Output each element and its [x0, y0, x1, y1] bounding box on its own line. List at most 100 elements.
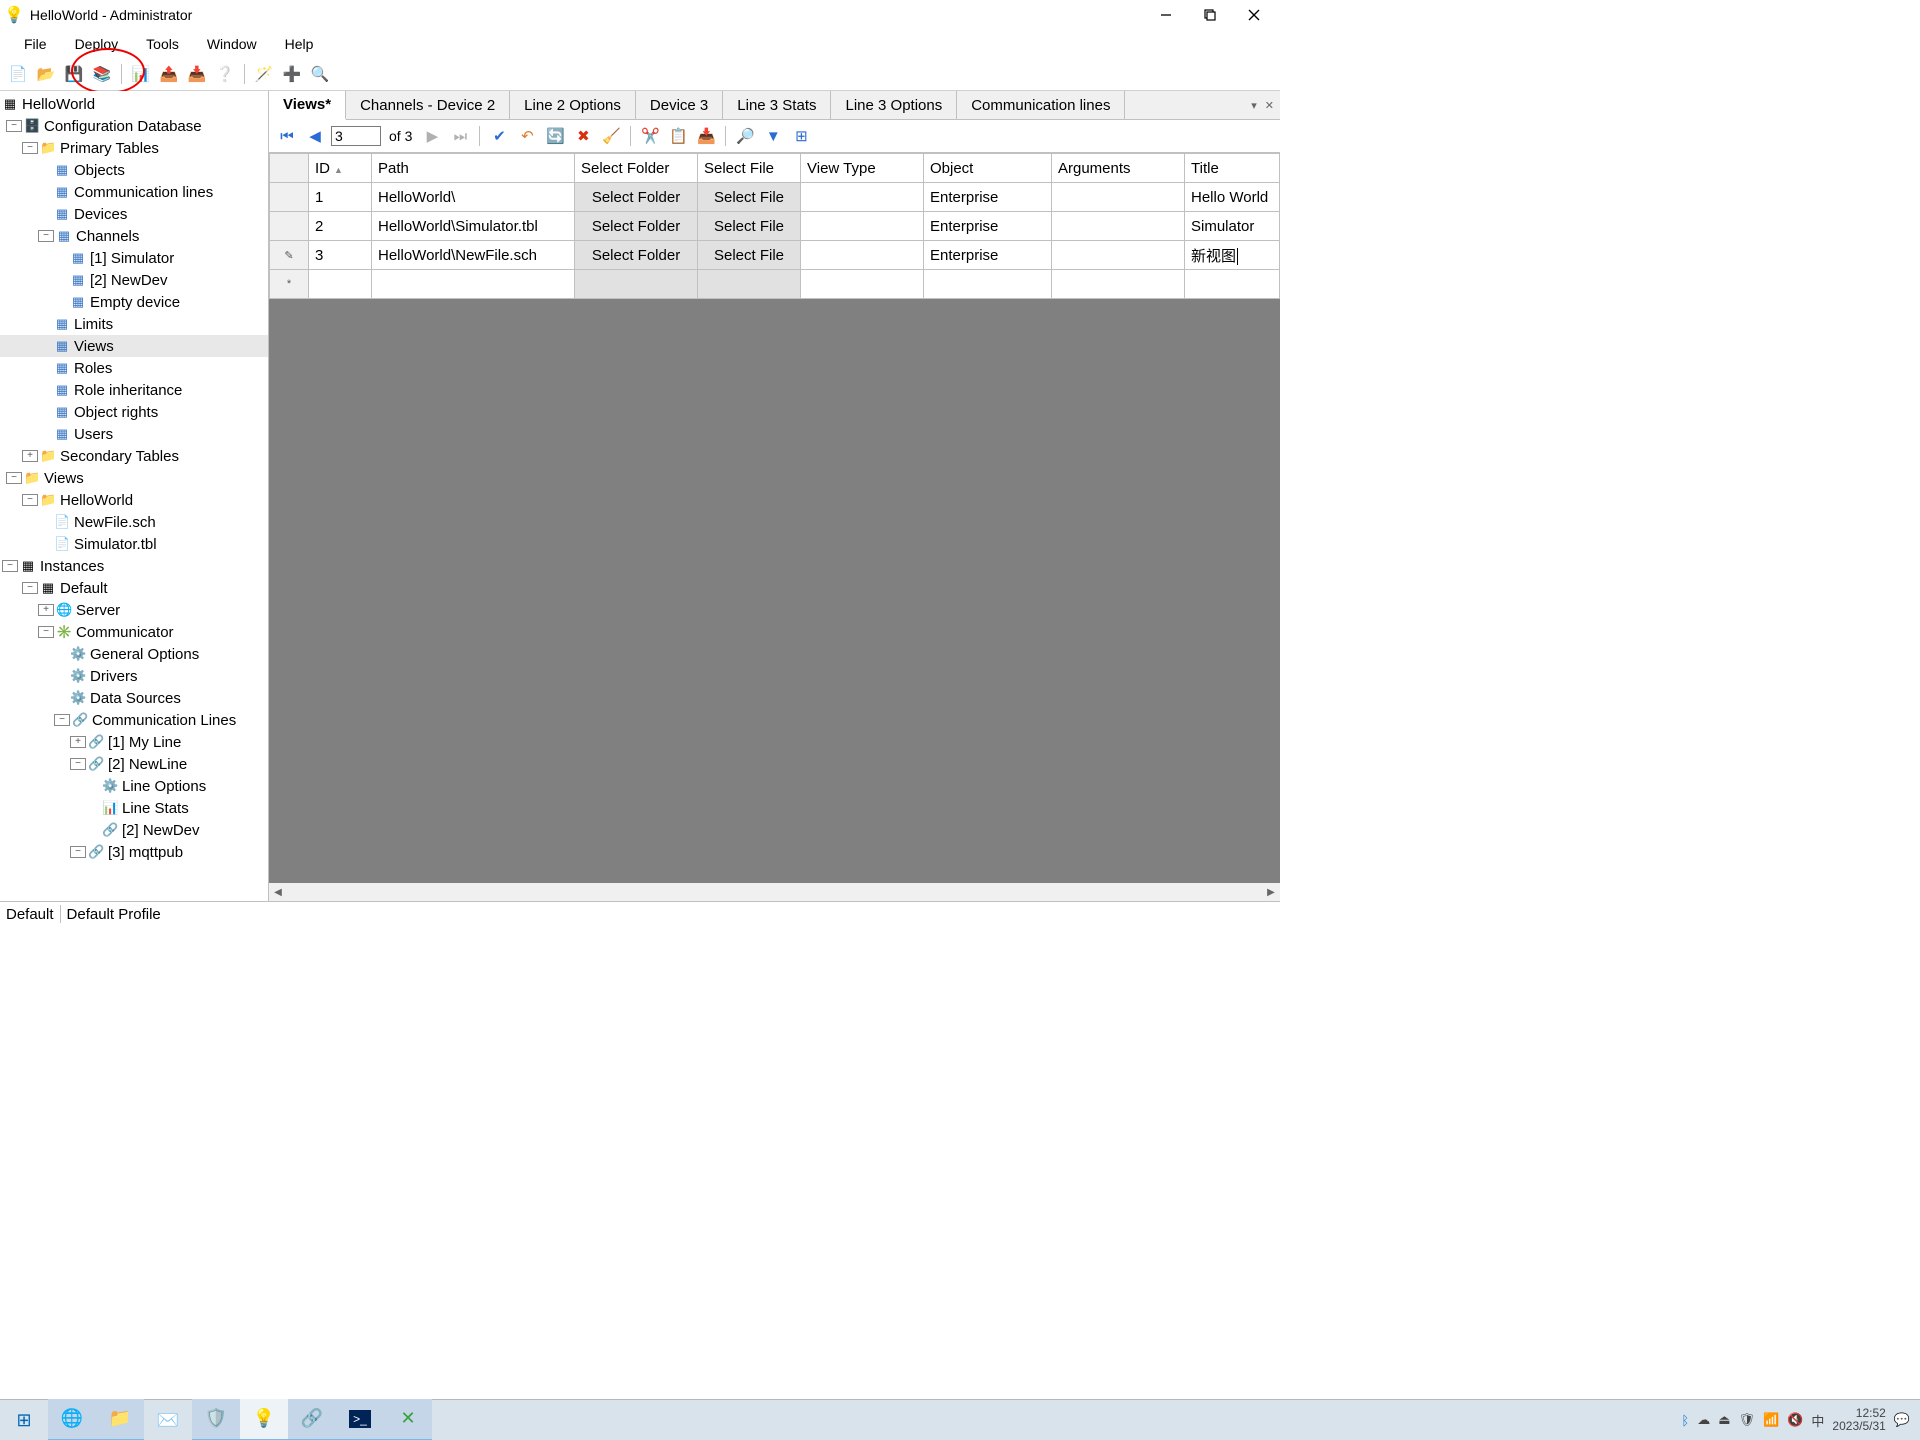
- row-selector[interactable]: [270, 212, 309, 241]
- cell-object[interactable]: Enterprise: [924, 241, 1052, 270]
- tree-simulator-tbl[interactable]: 📄Simulator.tbl: [0, 533, 268, 555]
- tree-views-root[interactable]: −📁Views: [0, 467, 268, 489]
- cell-select-file[interactable]: Select File: [698, 241, 801, 270]
- tray-ime[interactable]: 中: [1811, 1411, 1824, 1430]
- col-title[interactable]: Title: [1185, 154, 1280, 183]
- nav-next-button[interactable]: ▶: [420, 124, 444, 148]
- data-grid[interactable]: ID▲ Path Select Folder Select File View …: [269, 153, 1280, 299]
- minimize-button[interactable]: [1144, 0, 1188, 30]
- tree-line-options[interactable]: ⚙️Line Options: [0, 775, 268, 797]
- find-button[interactable]: 🔎: [733, 124, 757, 148]
- tree-limits[interactable]: ▦Limits: [0, 313, 268, 335]
- col-arguments[interactable]: Arguments: [1052, 154, 1185, 183]
- tree-default-instance[interactable]: −▦Default: [0, 577, 268, 599]
- menu-file[interactable]: File: [10, 32, 61, 56]
- tree-root[interactable]: ▦HelloWorld: [0, 93, 268, 115]
- tree-channels[interactable]: −▦Channels: [0, 225, 268, 247]
- tree-commlines[interactable]: ▦Communication lines: [0, 181, 268, 203]
- props-button[interactable]: ⊞: [789, 124, 813, 148]
- maximize-button[interactable]: [1188, 0, 1232, 30]
- wand-button[interactable]: 🪄: [252, 62, 276, 86]
- tree-views[interactable]: ▦Views: [0, 335, 268, 357]
- close-button[interactable]: [1232, 0, 1276, 30]
- tree-channel-2[interactable]: ▦[2] NewDev: [0, 269, 268, 291]
- col-object[interactable]: Object: [924, 154, 1052, 183]
- taskbar-clock[interactable]: 12:52 2023/5/31: [1832, 1407, 1885, 1433]
- cell-path[interactable]: HelloWorld\NewFile.sch: [372, 241, 575, 270]
- col-view-type[interactable]: View Type: [801, 154, 924, 183]
- tab-communication-lines[interactable]: Communication lines: [957, 91, 1125, 119]
- tree-data-sources[interactable]: ⚙️Data Sources: [0, 687, 268, 709]
- cell-select-folder[interactable]: Select Folder: [575, 183, 698, 212]
- cell-title[interactable]: Simulator: [1185, 212, 1280, 241]
- cell-id[interactable]: 3: [309, 241, 372, 270]
- tree-myline[interactable]: +🔗[1] My Line: [0, 731, 268, 753]
- cell-select-file[interactable]: Select File: [698, 212, 801, 241]
- tree-mqttpub[interactable]: −🔗[3] mqttpub: [0, 841, 268, 863]
- cell-select-file[interactable]: Select File: [698, 183, 801, 212]
- tree-primary-tables[interactable]: −📁Primary Tables: [0, 137, 268, 159]
- cell-view-type[interactable]: [801, 183, 924, 212]
- col-id[interactable]: ID▲: [309, 154, 372, 183]
- table-row[interactable]: 1 HelloWorld\ Select Folder Select File …: [270, 183, 1280, 212]
- filter-button[interactable]: ▼: [761, 124, 785, 148]
- cell-arguments[interactable]: [1052, 212, 1185, 241]
- tray-security-icon[interactable]: 🛡: [1739, 1412, 1756, 1428]
- tree-objects[interactable]: ▦Objects: [0, 159, 268, 181]
- record-position-input[interactable]: [331, 126, 381, 146]
- tree-instances[interactable]: −▦Instances: [0, 555, 268, 577]
- cell-title[interactable]: Hello World: [1185, 183, 1280, 212]
- cut-button[interactable]: ✂️: [638, 124, 662, 148]
- cell-id[interactable]: 2: [309, 212, 372, 241]
- tree-newline[interactable]: −🔗[2] NewLine: [0, 753, 268, 775]
- menu-window[interactable]: Window: [193, 32, 271, 56]
- tab-device3[interactable]: Device 3: [636, 91, 723, 119]
- tree-devices[interactable]: ▦Devices: [0, 203, 268, 225]
- taskbar-edge[interactable]: 🌐: [48, 1399, 96, 1440]
- cell-object[interactable]: Enterprise: [924, 183, 1052, 212]
- table-row-new[interactable]: *: [270, 270, 1280, 299]
- clear-button[interactable]: 🧹: [599, 124, 623, 148]
- notifications-icon[interactable]: 💬: [1894, 1412, 1910, 1428]
- cell-view-type[interactable]: [801, 212, 924, 241]
- delete-button[interactable]: ✖: [571, 124, 595, 148]
- tree-drivers[interactable]: ⚙️Drivers: [0, 665, 268, 687]
- cell-title[interactable]: 新视图: [1185, 241, 1280, 270]
- taskbar-explorer[interactable]: 📁: [96, 1399, 144, 1440]
- tab-line2-options[interactable]: Line 2 Options: [510, 91, 636, 119]
- apply-button[interactable]: ✔: [487, 124, 511, 148]
- cell-view-type[interactable]: [801, 241, 924, 270]
- cell-id[interactable]: 1: [309, 183, 372, 212]
- row-selector[interactable]: [270, 183, 309, 212]
- tree-communicator[interactable]: −✳️Communicator: [0, 621, 268, 643]
- taskbar-app1[interactable]: 🛡️: [192, 1399, 240, 1440]
- tree-cfg-db[interactable]: −🗄️Configuration Database: [0, 115, 268, 137]
- tree-role-inheritance[interactable]: ▦Role inheritance: [0, 379, 268, 401]
- cell-select-folder[interactable]: Select Folder: [575, 212, 698, 241]
- bluetooth-icon[interactable]: ᛒ: [1681, 1413, 1689, 1428]
- chart-button[interactable]: 📊: [129, 62, 153, 86]
- tree-channel-empty[interactable]: ▦Empty device: [0, 291, 268, 313]
- taskbar-network[interactable]: 🔗: [288, 1399, 336, 1440]
- row-selector-editing[interactable]: ✎: [270, 241, 309, 270]
- nav-last-button[interactable]: ⏭: [448, 124, 472, 148]
- tab-line3-options[interactable]: Line 3 Options: [831, 91, 957, 119]
- cell-arguments[interactable]: [1052, 241, 1185, 270]
- cell-select-folder[interactable]: Select Folder: [575, 241, 698, 270]
- search-button[interactable]: 🔍: [308, 62, 332, 86]
- tree-secondary-tables[interactable]: +📁Secondary Tables: [0, 445, 268, 467]
- col-path[interactable]: Path: [372, 154, 575, 183]
- tab-line3-stats[interactable]: Line 3 Stats: [723, 91, 831, 119]
- save-all-button[interactable]: 📚: [90, 62, 114, 86]
- tree-object-rights[interactable]: ▦Object rights: [0, 401, 268, 423]
- horizontal-scrollbar[interactable]: ◀ ▶: [269, 883, 1280, 901]
- menu-help[interactable]: Help: [271, 32, 328, 56]
- tree-newfile-sch[interactable]: 📄NewFile.sch: [0, 511, 268, 533]
- tree-server[interactable]: +🌐Server: [0, 599, 268, 621]
- tab-views[interactable]: Views*: [269, 91, 346, 120]
- start-button[interactable]: ⊞: [0, 1400, 48, 1440]
- nav-prev-button[interactable]: ◀: [303, 124, 327, 148]
- save-button[interactable]: 💾: [62, 62, 86, 86]
- col-select-folder[interactable]: Select Folder: [575, 154, 698, 183]
- tool-btn-2[interactable]: 📥: [185, 62, 209, 86]
